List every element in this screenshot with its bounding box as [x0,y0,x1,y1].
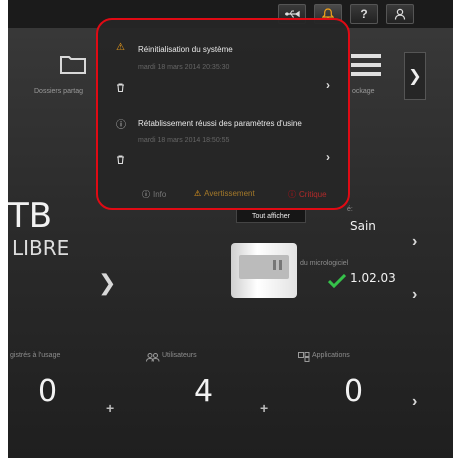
user-icon[interactable] [386,4,414,24]
health-label: é: [347,206,353,213]
notification-open-chevron-icon[interactable]: › [326,150,330,164]
notification-title: Réinitialisation du système [138,45,233,54]
notification-open-chevron-icon[interactable]: › [326,78,330,92]
add-user-button[interactable]: + [260,400,268,416]
trash-icon[interactable] [116,83,125,92]
info-filter-icon: ⓘ [142,190,150,199]
storage-count-label: gistrés à l'usage [10,352,61,359]
info-icon: ⓘ [116,120,126,131]
critical-filter-icon: ⓘ [288,190,296,199]
capacity-value: TB [8,196,53,236]
notification-date: mardi 18 mars 2014 18:50:55 [138,137,230,144]
next-page-button[interactable]: ❯ [404,52,426,100]
notifications-popup: ⚠ Réinitialisation du système mardi 18 m… [96,18,350,210]
trash-icon[interactable] [116,155,125,164]
firmware-value: 1.02.03 [350,271,396,285]
health-chevron-icon[interactable]: › [412,233,417,251]
checkmark-icon [327,273,347,293]
shared-folders-label: Dossiers partag [34,88,84,95]
apps-label: Applications [312,352,350,359]
apps-icon [298,349,310,367]
notification-date: mardi 18 mars 2014 20:35:30 [138,64,230,71]
filter-critical[interactable]: ⓘ Critique [288,189,327,200]
storage-tile-label: ockage [352,88,375,95]
warning-icon: ⚠ [116,42,125,53]
apps-count: 0 [344,374,364,409]
apps-chevron-icon[interactable]: › [412,393,417,411]
users-label: Utilisateurs [162,352,197,359]
filter-warning[interactable]: ⚠ Avertissement [194,189,255,198]
notification-filters: ⓘ Info ⚠ Avertissement ⓘ Critique [98,189,348,205]
show-all-button[interactable]: Tout afficher [236,209,306,223]
users-icon [146,349,160,367]
firmware-label: du micrologiciel [300,260,349,267]
warning-filter-icon: ⚠ [194,189,202,198]
dashboard: ? Dossiers partag ockage ❯ TB LIBRE ❯ é:… [8,0,453,458]
storage-list-icon[interactable] [350,52,382,83]
storage-count: 0 [38,374,58,409]
capacity-status: LIBRE [12,236,70,260]
help-button[interactable]: ? [350,4,378,24]
add-storage-button[interactable]: + [106,400,114,416]
filter-info[interactable]: ⓘ Info [142,189,166,200]
notification-title: Rétablissement réussi des paramètres d'u… [138,119,302,128]
help-icon: ? [360,7,368,21]
chevron-right-icon: ❯ [408,68,422,85]
firmware-chevron-icon[interactable]: › [412,286,417,304]
users-count: 4 [194,374,214,409]
nas-device-image [231,243,297,298]
capacity-chevron-icon[interactable]: ❯ [98,270,116,296]
health-value: Sain [350,219,376,233]
folder-icon[interactable] [60,54,86,79]
